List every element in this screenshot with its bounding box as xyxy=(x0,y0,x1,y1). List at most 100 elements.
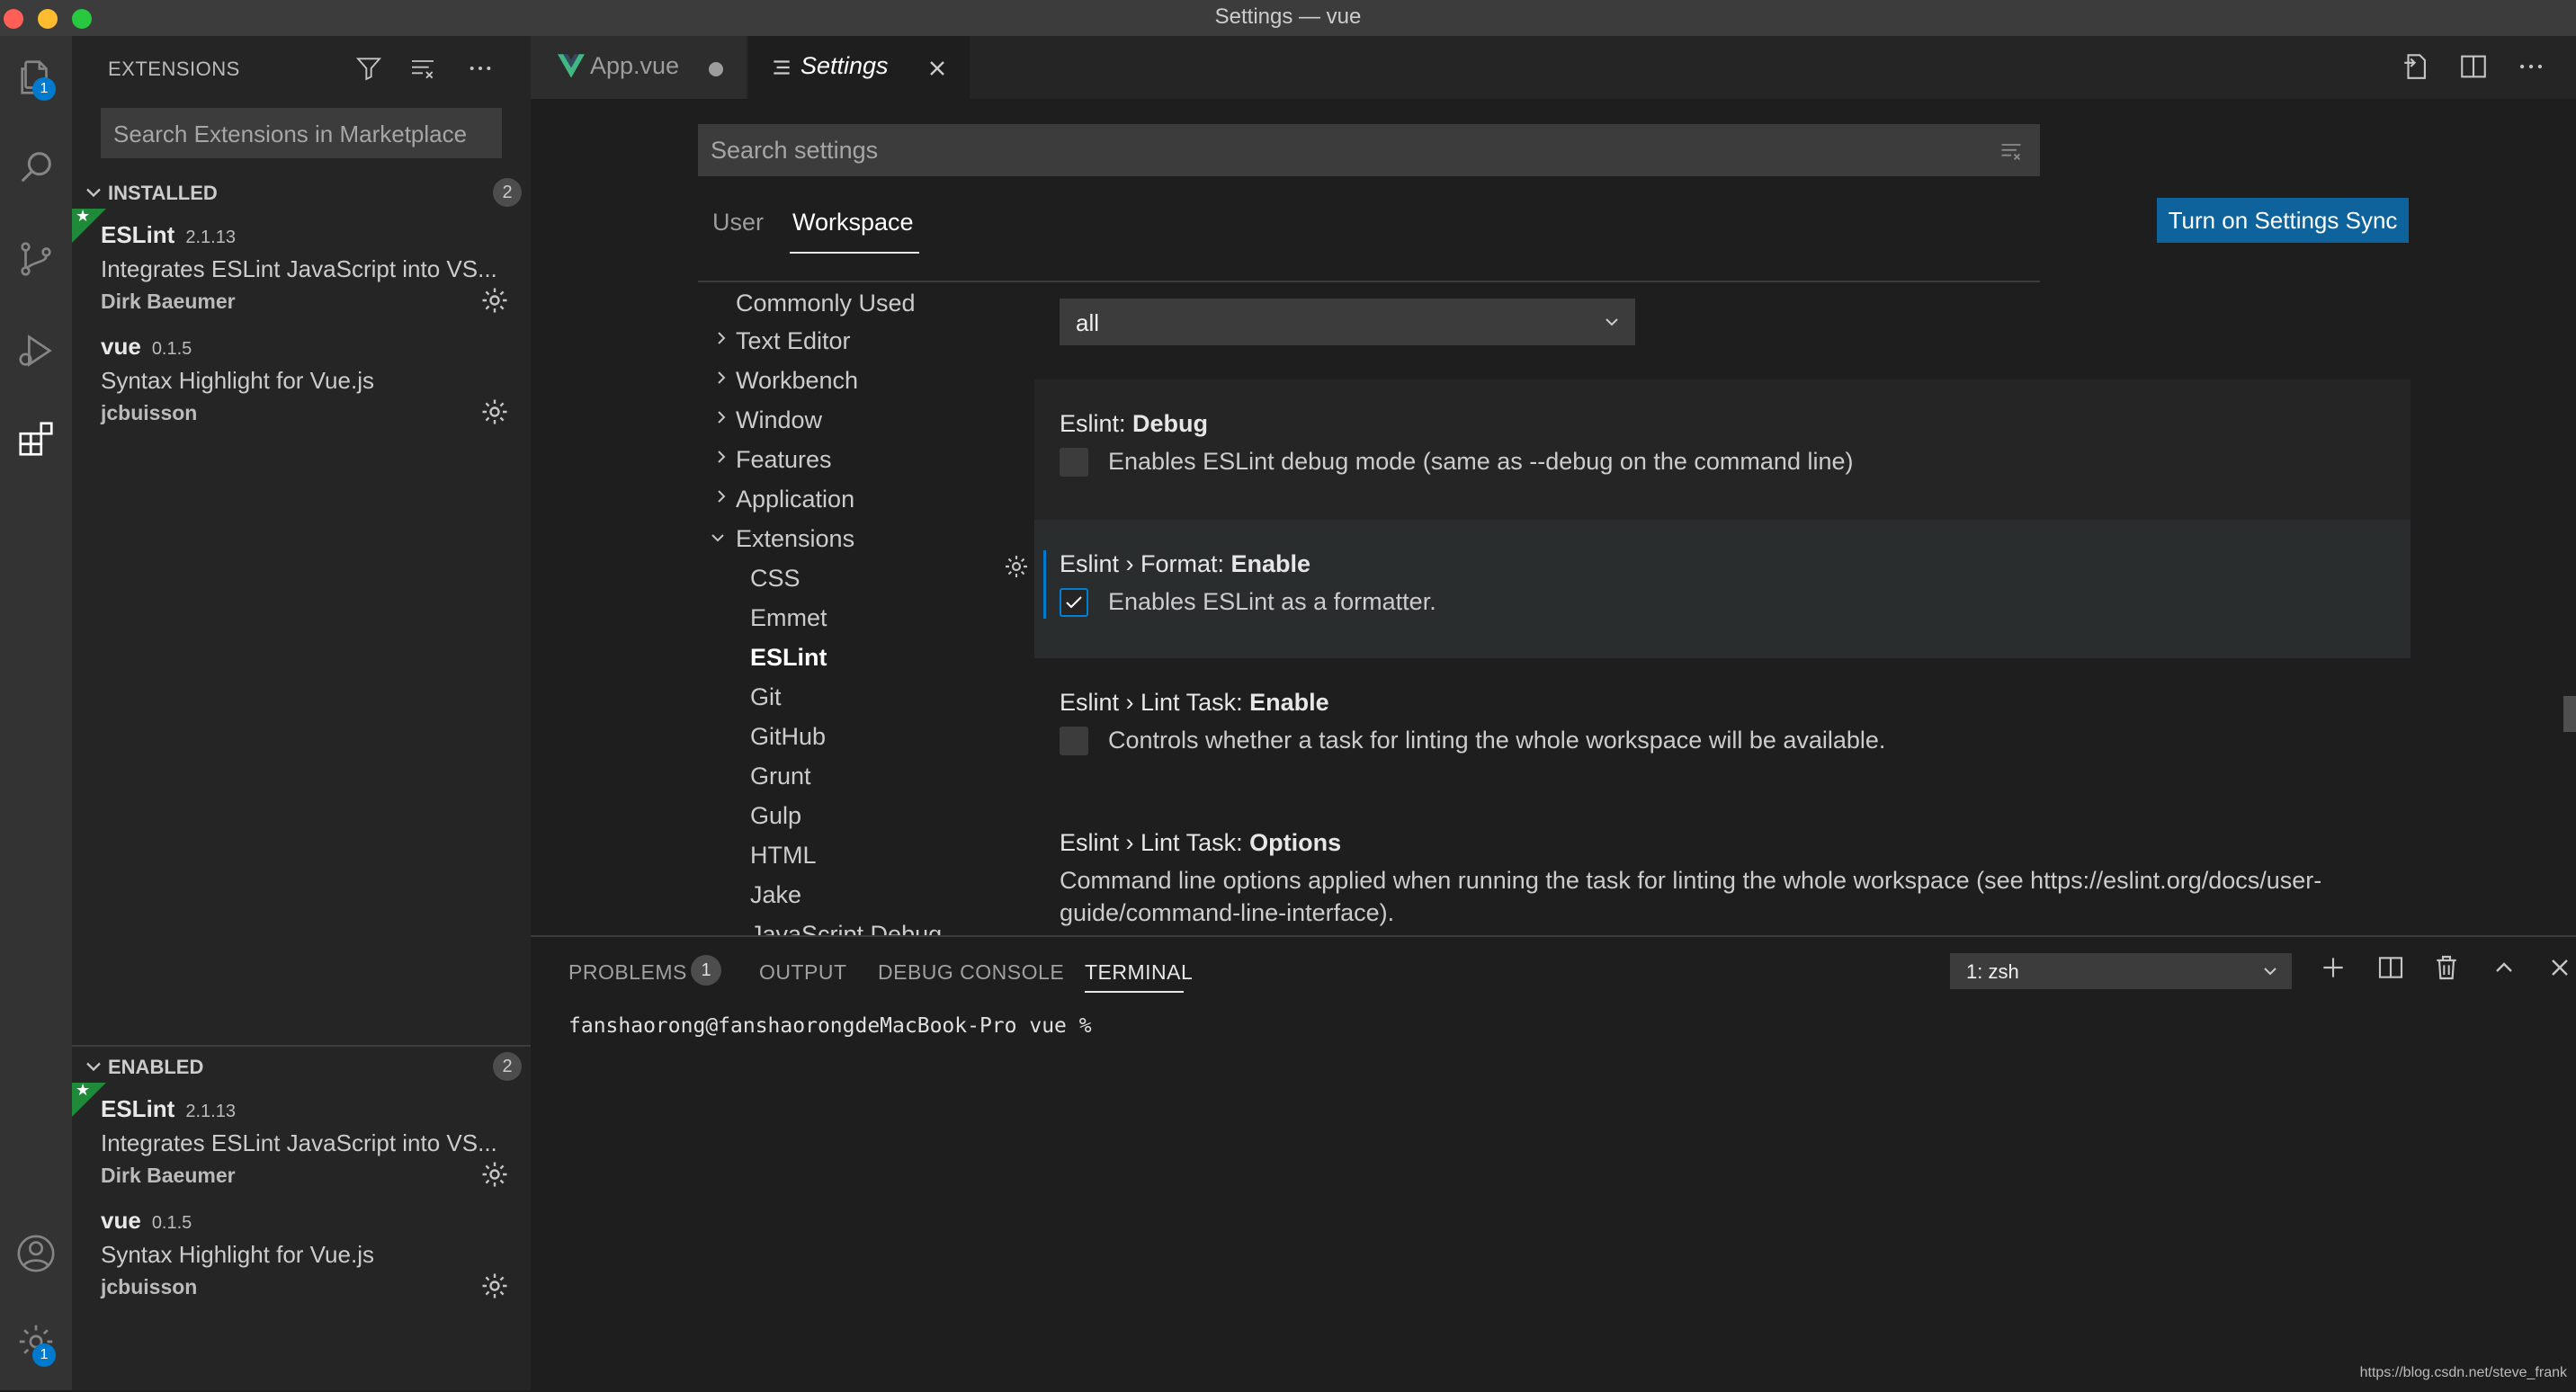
split-terminal-icon[interactable] xyxy=(2373,950,2409,986)
toc-item-features[interactable]: Features xyxy=(736,446,832,474)
activity-bar: 1 1 xyxy=(0,36,72,1390)
extension-description: Syntax Highlight for Vue.js xyxy=(101,367,374,394)
kill-terminal-trash-icon[interactable] xyxy=(2428,950,2464,986)
setting-category: Eslint › Lint Task: xyxy=(1060,689,1250,716)
tab-settings[interactable]: Settings xyxy=(748,36,970,99)
setting-checkbox[interactable] xyxy=(1060,727,1088,755)
setting-name: Options xyxy=(1249,829,1342,856)
toc-item-extensions[interactable]: Extensions xyxy=(736,525,854,553)
enabled-count: 2 xyxy=(493,1052,522,1081)
setting-checkbox-checked[interactable] xyxy=(1060,588,1088,617)
chevron-right-icon xyxy=(718,451,726,463)
toc-item-text-editor[interactable]: Text Editor xyxy=(736,327,851,355)
turn-on-settings-sync-button[interactable]: Turn on Settings Sync xyxy=(2157,198,2409,243)
toc-item-javascript-debug[interactable]: JavaScript Debug xyxy=(750,921,942,935)
extensions-icon[interactable] xyxy=(11,414,61,464)
setting-category: Eslint › Lint Task: xyxy=(1060,829,1250,856)
setting-description: Enables ESLint as a formatter. xyxy=(1108,588,1436,615)
active-scope-underline xyxy=(790,252,919,254)
editor-tab-bar: App.vue Settings xyxy=(531,36,2576,99)
maximize-panel-chevron-up-icon[interactable] xyxy=(2486,950,2522,986)
clear-filter-icon[interactable] xyxy=(1999,138,2024,164)
manage-extension-gear-icon[interactable] xyxy=(479,396,511,428)
extension-name: ESLint xyxy=(101,221,175,248)
extension-author: Dirk Baeumer xyxy=(101,1164,236,1187)
filter-icon[interactable] xyxy=(351,50,387,86)
source-control-icon[interactable] xyxy=(11,234,61,284)
settings-file-icon xyxy=(774,60,790,75)
toc-item-eslint[interactable]: ESLint xyxy=(750,644,827,672)
manage-badge: 1 xyxy=(32,1343,56,1367)
extension-description: Integrates ESLint JavaScript into VS... xyxy=(101,1129,497,1156)
settings-search-input[interactable]: Search settings xyxy=(698,124,2040,176)
extension-item-vue[interactable]: vue 0.1.5 Syntax Highlight for Vue.js jcb… xyxy=(72,1207,531,1318)
chevron-down-icon xyxy=(86,1062,101,1072)
setting-gear-icon[interactable] xyxy=(1002,552,1031,581)
setting-dropdown[interactable]: all xyxy=(1060,299,1635,345)
toc-item-commonly-used[interactable]: Commonly Used xyxy=(736,290,916,317)
setting-checkbox[interactable] xyxy=(1060,448,1088,477)
vue-file-icon xyxy=(558,54,585,78)
setting-description-continued: guide/command-line-interface). xyxy=(1060,899,1395,926)
toc-item-emmet[interactable]: Emmet xyxy=(750,604,827,632)
open-settings-json-icon[interactable] xyxy=(2398,49,2434,85)
chevron-right-icon xyxy=(718,371,726,384)
problems-count-badge: 1 xyxy=(691,955,721,986)
installed-section-header[interactable]: INSTALLED 2 xyxy=(72,174,531,210)
panel-tab-problems[interactable]: PROBLEMS xyxy=(568,960,687,985)
toc-item-github[interactable]: GitHub xyxy=(750,723,826,751)
setting-eslint-format-enable: Eslint › Format: Enable Enables ESLint a… xyxy=(1006,520,2411,658)
toc-item-jake[interactable]: Jake xyxy=(750,881,801,909)
panel-tab-output[interactable]: OUTPUT xyxy=(759,960,847,985)
tab-user[interactable]: User xyxy=(712,209,764,236)
setting-description: Command line options applied when runnin… xyxy=(1060,867,2322,894)
toc-item-git[interactable]: Git xyxy=(750,683,782,711)
manage-extension-gear-icon[interactable] xyxy=(479,1158,511,1191)
tab-app-vue[interactable]: App.vue xyxy=(531,36,747,99)
toc-item-css[interactable]: CSS xyxy=(750,565,801,593)
section-divider xyxy=(72,1045,531,1047)
setting-eslint-lint-task-options: Eslint › Lint Task: Options Command line… xyxy=(1034,799,2411,935)
new-terminal-icon[interactable] xyxy=(2315,950,2351,986)
more-actions-icon[interactable] xyxy=(462,50,498,86)
extension-version: 2.1.13 xyxy=(185,1102,236,1121)
toc-item-html[interactable]: HTML xyxy=(750,842,817,870)
enabled-section-header[interactable]: ENABLED 2 xyxy=(72,1048,531,1084)
extension-name: vue xyxy=(101,1207,141,1234)
terminal-prompt[interactable]: fanshaorong@fanshaorongdeMacBook-Pro vue… xyxy=(568,1014,1092,1038)
extensions-search-placeholder: Search Extensions in Marketplace xyxy=(113,120,468,147)
toc-item-gulp[interactable]: Gulp xyxy=(750,802,801,830)
split-editor-icon[interactable] xyxy=(2455,49,2491,85)
chevron-right-icon xyxy=(718,332,726,344)
terminal-select[interactable]: 1: zsh xyxy=(1950,953,2292,989)
extension-item-vue[interactable]: vue 0.1.5 Syntax Highlight for Vue.js jcb… xyxy=(72,333,531,444)
run-debug-icon[interactable] xyxy=(11,326,61,376)
extension-item-eslint[interactable]: ★ ESLint 2.1.13 Integrates ESLint JavaScr… xyxy=(72,1081,531,1207)
manage-extension-gear-icon[interactable] xyxy=(479,284,511,317)
tab-workspace[interactable]: Workspace xyxy=(792,209,914,236)
extension-item-eslint[interactable]: ★ ESLint 2.1.13 Integrates ESLint JavaScr… xyxy=(72,207,531,333)
watermark-text: https://blog.csdn.net/steve_frank xyxy=(2359,1365,2567,1380)
more-actions-icon[interactable] xyxy=(2513,49,2549,85)
toc-item-window[interactable]: Window xyxy=(736,406,822,434)
settings-editor: Search settings User Workspace Turn on S… xyxy=(531,99,2576,935)
panel-tab-terminal[interactable]: TERMINAL xyxy=(1085,960,1193,985)
chevron-down-icon xyxy=(711,534,724,542)
close-tab-icon[interactable] xyxy=(925,56,950,81)
panel-tab-debug-console[interactable]: DEBUG CONSOLE xyxy=(878,960,1064,985)
clear-results-icon[interactable] xyxy=(405,50,441,86)
active-panel-tab-underline xyxy=(1085,991,1184,993)
toc-item-application[interactable]: Application xyxy=(736,486,854,513)
scrollbar-thumb[interactable] xyxy=(2563,696,2576,732)
manage-extension-gear-icon[interactable] xyxy=(479,1270,511,1302)
account-icon[interactable] xyxy=(11,1228,61,1279)
checkmark-icon xyxy=(1066,596,1082,609)
toc-item-grunt[interactable]: Grunt xyxy=(750,763,811,790)
extensions-search-input[interactable]: Search Extensions in Marketplace xyxy=(101,108,502,158)
extension-name: vue xyxy=(101,333,141,360)
close-panel-icon[interactable] xyxy=(2542,950,2576,986)
toc-item-workbench[interactable]: Workbench xyxy=(736,367,858,395)
installed-count: 2 xyxy=(493,178,522,207)
search-icon[interactable] xyxy=(11,142,61,192)
setting-name: Enable xyxy=(1230,550,1311,577)
